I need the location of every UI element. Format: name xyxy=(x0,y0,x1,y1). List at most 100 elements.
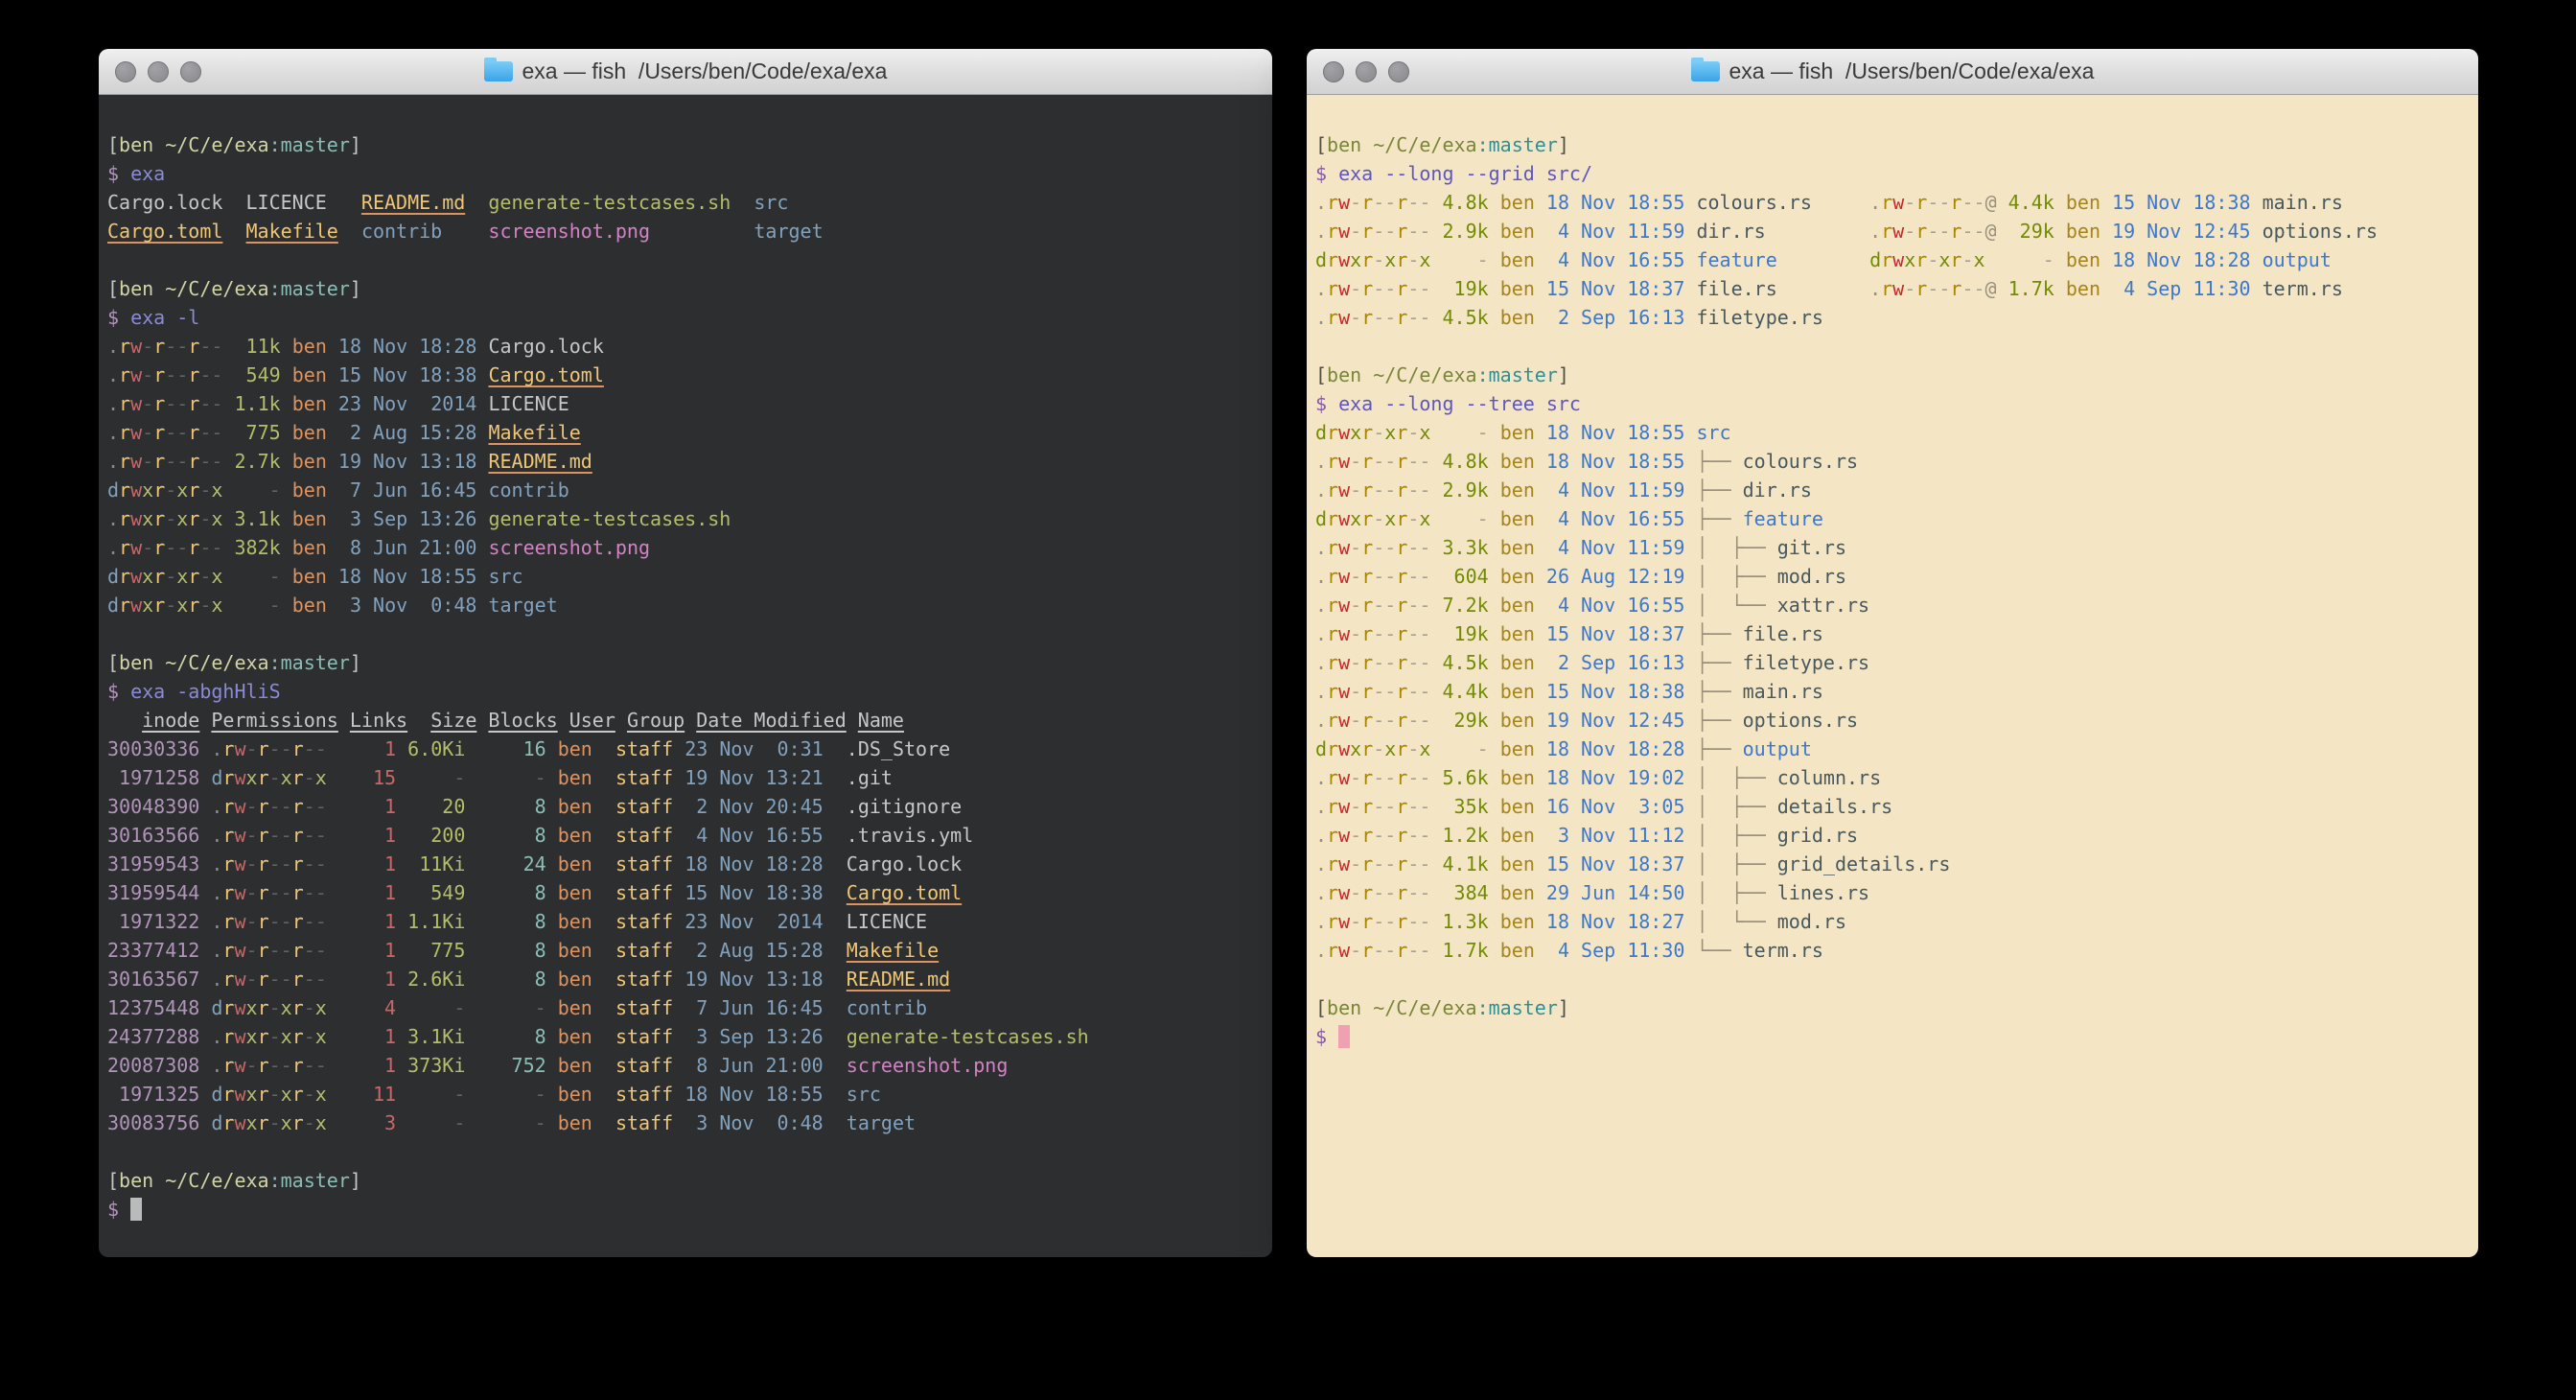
permission-char: - xyxy=(1373,680,1384,703)
text-segment: .travis.yml xyxy=(824,824,974,847)
permission-char: r xyxy=(1327,306,1338,329)
text-segment xyxy=(673,852,685,875)
permission-char: w xyxy=(234,939,245,962)
text-segment: ben xyxy=(1500,478,1535,502)
text-segment: README.md xyxy=(488,450,592,473)
permission-char: r xyxy=(1361,766,1373,789)
permission-char: - xyxy=(199,363,211,386)
permission-char: r xyxy=(1915,191,1927,214)
text-segment: screenshot.png xyxy=(847,1054,1009,1077)
terminal-output[interactable]: [ben ~/C/e/exa:master]$ exaCargo.lock LI… xyxy=(99,95,1272,1257)
text-segment xyxy=(327,996,338,1019)
close-button[interactable] xyxy=(1323,61,1344,82)
permission-char: - xyxy=(1373,306,1384,329)
text-segment: 15 xyxy=(338,766,396,789)
text-segment xyxy=(592,968,615,991)
terminal-output[interactable]: [ben ~/C/e/exa:master]$ exa --long --gri… xyxy=(1307,95,2478,1257)
permission-char: r xyxy=(1396,737,1407,760)
text-segment: Makefile xyxy=(488,421,580,444)
permission-char: - xyxy=(1350,709,1361,732)
zoom-button[interactable] xyxy=(180,61,201,82)
text-segment xyxy=(673,1025,685,1048)
terminal-line: 30163567 .rw-r--r-- 1 2.6Ki 8 ben staff … xyxy=(107,965,1265,993)
text-segment: ben xyxy=(558,939,592,962)
text-segment: ben ~/C/e/exa xyxy=(119,277,269,300)
permission-char: - xyxy=(1419,766,1430,789)
text-segment: staff xyxy=(615,795,673,818)
permission-char: - xyxy=(281,852,292,875)
text-segment xyxy=(1997,191,2008,214)
text-segment xyxy=(1997,277,2008,300)
text-segment xyxy=(442,220,488,243)
permission-char: x xyxy=(211,478,222,502)
permission-char: x xyxy=(176,507,188,530)
text-segment xyxy=(476,565,488,588)
permission-char: - xyxy=(199,421,211,444)
permission-char: r xyxy=(258,852,269,875)
text-segment xyxy=(327,1025,338,1048)
permission-char: - xyxy=(1384,565,1396,588)
permission-char: - xyxy=(211,421,222,444)
text-segment xyxy=(199,1025,211,1048)
terminal-line: Cargo.toml Makefile contrib screenshot.p… xyxy=(107,217,1265,245)
terminal-line: .rw-r--r-- 549 ben 15 Nov 18:38 Cargo.to… xyxy=(107,361,1265,389)
permission-char: r xyxy=(1327,277,1338,300)
text-segment xyxy=(1535,536,1546,559)
permission-char: - xyxy=(281,795,292,818)
text-segment xyxy=(592,881,615,904)
text-segment: 24 xyxy=(476,852,545,875)
permission-char: - xyxy=(1373,622,1384,645)
permission-char: r xyxy=(153,335,165,358)
text-segment: 1.3k xyxy=(1443,910,1489,933)
text-segment xyxy=(1684,565,1696,588)
permission-char: r xyxy=(258,968,269,991)
permission-char: r xyxy=(1327,824,1338,847)
close-button[interactable] xyxy=(115,61,136,82)
text-segment xyxy=(222,507,234,530)
permission-char: r xyxy=(1327,507,1338,530)
text-segment: 775 xyxy=(407,939,465,962)
terminal-line: 20087308 .rw-r--r-- 1 373Ki 752 ben staf… xyxy=(107,1051,1265,1080)
permission-char: . xyxy=(107,536,119,559)
text-segment: - xyxy=(1443,421,1489,444)
text-segment: 4 Nov 16:55 xyxy=(1546,507,1685,530)
text-segment: - xyxy=(235,565,281,588)
terminal-line: 1971258 drwxr-xr-x 15 - - ben staff 19 N… xyxy=(107,763,1265,792)
permission-char: w xyxy=(234,910,245,933)
permission-char: - xyxy=(1350,565,1361,588)
permission-char: - xyxy=(1407,220,1419,243)
permission-char: r xyxy=(1361,737,1373,760)
terminal-line: 30083756 drwxr-xr-x 3 - - ben staff 3 No… xyxy=(107,1108,1265,1137)
text-segment: ben xyxy=(292,565,327,588)
zoom-button[interactable] xyxy=(1388,61,1409,82)
text-segment: 19 Nov 12:45 xyxy=(1546,709,1685,732)
permission-char: . xyxy=(1869,191,1881,214)
minimize-button[interactable] xyxy=(148,61,169,82)
text-segment xyxy=(1535,622,1546,645)
permission-char: w xyxy=(1338,795,1350,818)
minimize-button[interactable] xyxy=(1356,61,1377,82)
titlebar[interactable]: exa — fish /Users/ben/Code/exa/exa xyxy=(1307,49,2478,95)
text-segment: User xyxy=(569,709,615,732)
terminal-line: .rw-r--r-- 1.7k ben 4 Sep 11:30 └── term… xyxy=(1315,936,2471,965)
text-segment xyxy=(476,421,488,444)
text-segment: 3.1k xyxy=(235,507,281,530)
text-segment: ben xyxy=(292,392,327,415)
permission-char: r xyxy=(153,536,165,559)
text-segment xyxy=(222,450,234,473)
permission-char: - xyxy=(1384,594,1396,617)
permission-char: - xyxy=(165,392,176,415)
text-segment xyxy=(199,1111,211,1134)
permission-char: r xyxy=(153,478,165,502)
text-segment: :master xyxy=(1477,363,1558,386)
text-segment: 8 xyxy=(476,968,545,991)
permission-char: . xyxy=(211,824,222,847)
text-segment: ben xyxy=(1500,622,1535,645)
titlebar[interactable]: exa — fish /Users/ben/Code/exa/exa xyxy=(99,49,1272,95)
text-segment xyxy=(476,594,488,617)
permission-char: - xyxy=(1350,191,1361,214)
permission-char: r xyxy=(292,795,304,818)
text-segment xyxy=(199,709,211,732)
text-segment xyxy=(465,191,488,214)
text-segment: - xyxy=(476,1111,545,1134)
